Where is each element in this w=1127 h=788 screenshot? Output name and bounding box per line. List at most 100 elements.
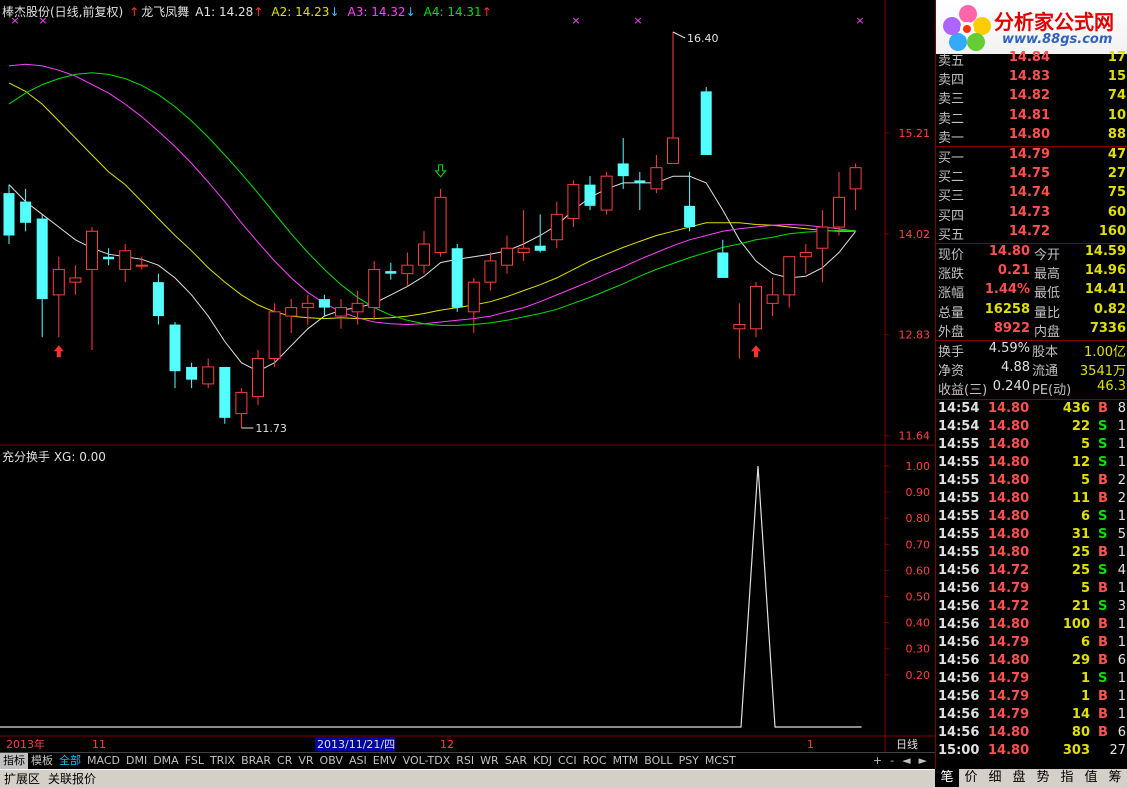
ask-row-price: 14.80 bbox=[1008, 126, 1050, 142]
ask-row-volume: 15 bbox=[1107, 69, 1126, 85]
tab-18[interactable]: KDJ bbox=[530, 753, 555, 769]
tab-0[interactable]: 指标 bbox=[0, 753, 28, 769]
tab-2[interactable]: 全部 bbox=[56, 753, 84, 769]
quote-panel: 分析家公式网 www.88gs.com 卖五 14.84 17 卖四 14.83 15 卖三… bbox=[935, 0, 1127, 788]
tab-control-button[interactable]: ◄ bbox=[898, 753, 914, 769]
tick-time: 14:55 bbox=[938, 455, 980, 470]
tab-6[interactable]: FSL bbox=[182, 753, 207, 769]
tab-9[interactable]: CR bbox=[274, 753, 295, 769]
tick-price: 14.80 bbox=[988, 401, 1030, 416]
kline-chart[interactable]: 15.2114.0212.8311.6416.4011.73× × × × ×1.000… bbox=[0, 0, 935, 752]
candle-body bbox=[401, 264, 414, 275]
right-tab-3[interactable]: 盘 bbox=[1007, 769, 1031, 787]
tick-volume: 80 bbox=[1071, 725, 1090, 740]
fund-value: 4.88 bbox=[1001, 360, 1030, 376]
tab-control-button[interactable]: - bbox=[886, 753, 898, 769]
tab-4[interactable]: DMI bbox=[123, 753, 150, 769]
a2-value: A2: 14.23 bbox=[271, 5, 330, 19]
candle-body bbox=[833, 196, 845, 228]
bottom-tab-0[interactable]: 扩展区 bbox=[0, 770, 44, 788]
tab-23[interactable]: PSY bbox=[676, 753, 702, 769]
tick-time: 14:56 bbox=[938, 599, 980, 614]
bid-row: 买一 14.79 47 bbox=[936, 147, 1127, 166]
right-tab-0[interactable]: 笔 bbox=[935, 769, 959, 787]
tick-row: 14:55 14.80 12 S 1 bbox=[936, 455, 1127, 473]
candle-body bbox=[584, 184, 596, 206]
tab-14[interactable]: VOL-TDX bbox=[400, 753, 454, 769]
right-tab-6[interactable]: 值 bbox=[1079, 769, 1103, 787]
candle-body bbox=[733, 324, 746, 330]
tab-1[interactable]: 模板 bbox=[28, 753, 56, 769]
price-tick-label: 11.64 bbox=[899, 430, 931, 443]
tick-time: 14:56 bbox=[938, 563, 980, 578]
tick-time: 14:55 bbox=[938, 527, 980, 542]
candle-body bbox=[318, 299, 330, 308]
stat-label: 现价 bbox=[938, 248, 965, 263]
tab-10[interactable]: VR bbox=[295, 753, 316, 769]
tick-count: 27 bbox=[1109, 743, 1126, 758]
candle-body bbox=[252, 357, 264, 398]
right-tab-7[interactable]: 筹 bbox=[1103, 769, 1127, 787]
down-arrow-icon: ↓ bbox=[405, 5, 416, 19]
fundamental-row: 收益(三) 0.240 PE(动) 46.3 bbox=[936, 379, 1127, 398]
bid-row-label: 买三 bbox=[938, 189, 965, 205]
ask-row-price: 14.83 bbox=[1008, 69, 1050, 85]
tab-16[interactable]: WR bbox=[477, 753, 502, 769]
stat-row: 涨跌 0.21 最高 14.96 bbox=[936, 263, 1127, 282]
tab-11[interactable]: OBV bbox=[317, 753, 346, 769]
tab-7[interactable]: TRIX bbox=[207, 753, 238, 769]
tab-control-button[interactable]: ► bbox=[915, 753, 931, 769]
candle-body bbox=[418, 243, 430, 266]
tick-volume: 5 bbox=[1080, 581, 1090, 596]
tick-side: B bbox=[1098, 491, 1108, 506]
price-tick-label: 15.21 bbox=[899, 127, 931, 140]
tab-control-button[interactable]: + bbox=[869, 753, 886, 769]
bottom-tab-1[interactable]: 关联报价 bbox=[44, 770, 100, 788]
tab-5[interactable]: DMA bbox=[150, 753, 182, 769]
kline-chart-area[interactable]: 15.21 14.02 12.83 11.64 16.40 11.73 × × × × × 1.00 0… bbox=[0, 0, 935, 752]
sub-tick-label: 0.70 bbox=[906, 538, 931, 551]
tick-time: 14:54 bbox=[938, 401, 980, 416]
tick-time: 14:55 bbox=[938, 545, 980, 560]
ask-row-volume: 10 bbox=[1107, 107, 1126, 123]
marker-icon: × bbox=[633, 14, 642, 27]
tab-3[interactable]: MACD bbox=[84, 753, 123, 769]
tab-12[interactable]: ASI bbox=[346, 753, 370, 769]
ask-row-label: 卖四 bbox=[938, 73, 965, 89]
bid-row: 买二 14.75 27 bbox=[936, 166, 1127, 185]
tick-count: 2 bbox=[1117, 473, 1126, 488]
bid-row-label: 买一 bbox=[938, 151, 965, 166]
tick-count: 2 bbox=[1117, 491, 1126, 506]
right-tab-5[interactable]: 指 bbox=[1055, 769, 1079, 787]
tick-side: B bbox=[1098, 635, 1108, 650]
bid-row-price: 14.72 bbox=[1008, 223, 1050, 239]
tick-side: B bbox=[1098, 473, 1108, 488]
right-tab-2[interactable]: 细 bbox=[983, 769, 1007, 787]
candle-body bbox=[467, 281, 480, 313]
tick-count: 8 bbox=[1117, 401, 1126, 416]
a3-value: A3: 14.32 bbox=[347, 5, 406, 19]
stat-row: 现价 14.80 今开 14.59 bbox=[936, 244, 1127, 263]
divider bbox=[936, 399, 1127, 400]
tick-row: 14:55 14.80 5 B 2 bbox=[936, 473, 1127, 491]
tab-8[interactable]: BRAR bbox=[238, 753, 274, 769]
tab-22[interactable]: BOLL bbox=[641, 753, 675, 769]
bid-row: 买四 14.73 60 bbox=[936, 205, 1127, 224]
tab-controls: + - ◄ ► bbox=[869, 753, 931, 769]
right-tab-1[interactable]: 价 bbox=[959, 769, 983, 787]
tick-price: 14.79 bbox=[988, 689, 1030, 704]
tab-21[interactable]: MTM bbox=[610, 753, 642, 769]
tab-15[interactable]: RSI bbox=[453, 753, 477, 769]
bid-row: 买三 14.74 75 bbox=[936, 185, 1127, 204]
tick-count: 1 bbox=[1117, 671, 1126, 686]
fund-label: 股本 bbox=[1032, 345, 1059, 360]
right-tab-4[interactable]: 势 bbox=[1031, 769, 1055, 787]
tab-17[interactable]: SAR bbox=[502, 753, 530, 769]
tick-price: 14.79 bbox=[988, 707, 1030, 722]
tick-time: 14:56 bbox=[938, 635, 980, 650]
tab-20[interactable]: ROC bbox=[580, 753, 610, 769]
sub-tick-label: 0.50 bbox=[906, 591, 931, 604]
tab-24[interactable]: MCST bbox=[702, 753, 739, 769]
tab-13[interactable]: EMV bbox=[370, 753, 400, 769]
tab-19[interactable]: CCI bbox=[555, 753, 580, 769]
